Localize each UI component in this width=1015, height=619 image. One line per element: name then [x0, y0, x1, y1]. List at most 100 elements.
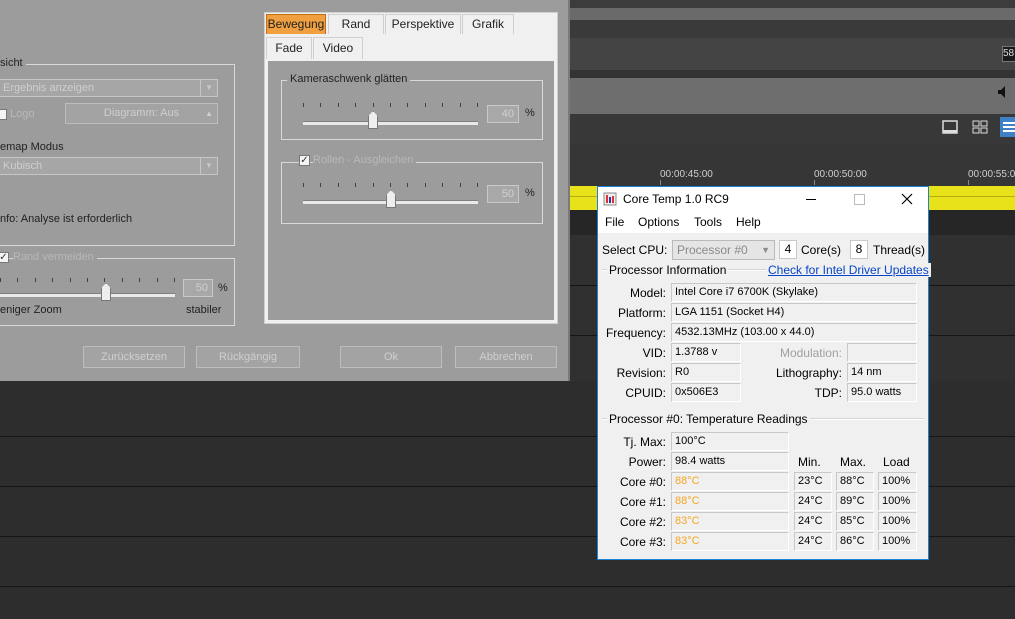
tab-bewegung[interactable]: Bewegung: [266, 14, 326, 34]
tab-video[interactable]: Video: [313, 37, 363, 59]
tab-rand[interactable]: Rand: [328, 14, 384, 34]
slider-tick: [425, 183, 426, 187]
cores-label: Core(s): [801, 243, 842, 257]
core-label: Core #0:: [619, 475, 666, 489]
chevron-up-icon: ▲: [205, 109, 213, 118]
frequency-label: Frequency:: [605, 326, 666, 340]
cpu-select[interactable]: Processor #0 ▼: [672, 240, 775, 260]
roll-checkbox[interactable]: ✓: [299, 155, 310, 166]
avoid-border-checkbox[interactable]: ✓: [0, 252, 9, 263]
modulation-value: [847, 343, 917, 362]
revision-label: Revision:: [616, 366, 666, 380]
grid-view-icon[interactable]: [972, 120, 988, 134]
processor-info-label: Processor Information: [607, 263, 729, 277]
diagram-button[interactable]: Diagramm: Aus ▲: [65, 103, 218, 124]
cpuid-label: CPUID:: [625, 386, 666, 400]
chevron-down-icon: ▼: [200, 80, 217, 96]
pan-value-field[interactable]: 40: [487, 105, 519, 123]
driver-update-link[interactable]: Check for Intel Driver Updates: [766, 263, 931, 277]
platform-label: Platform:: [617, 306, 666, 320]
slider-tick: [407, 183, 408, 187]
menu-file[interactable]: File: [605, 215, 624, 229]
timecode-label: 00:00:45:00: [660, 169, 713, 180]
thermometer-icon: [603, 192, 617, 206]
roll-label: Rollen - Ausgleichen: [313, 154, 417, 166]
lithography-value: 14 nm: [847, 363, 917, 382]
tab-perspektive[interactable]: Perspektive: [385, 14, 461, 34]
load-column-header: Load: [883, 455, 910, 469]
minimize-icon: [806, 199, 816, 200]
remap-combo[interactable]: Kubisch ▼: [0, 157, 218, 175]
slider-tick: [373, 183, 374, 187]
threads-count: 8: [850, 240, 868, 259]
undo-button[interactable]: Rückgängig: [196, 346, 300, 368]
timecode-label: 00:00:50:00: [814, 169, 867, 180]
logo-checkbox[interactable]: [0, 109, 7, 120]
roll-unit: %: [525, 187, 535, 199]
zoom-slider-track[interactable]: [0, 293, 175, 297]
slider-tick: [122, 278, 123, 282]
lithography-label: Lithography:: [775, 366, 842, 380]
modulation-label: Modulation:: [779, 346, 842, 360]
chevron-down-icon: ▼: [200, 158, 217, 174]
tab-grafik[interactable]: Grafik: [462, 14, 514, 34]
single-view-icon[interactable]: [942, 120, 958, 134]
roll-value-field[interactable]: 50: [487, 185, 519, 203]
less-zoom-label: eniger Zoom: [0, 304, 62, 316]
more-stable-label: stabiler: [186, 304, 222, 316]
zoom-unit: %: [218, 282, 228, 294]
menu-tools[interactable]: Tools: [694, 215, 722, 229]
core-load: 100%: [878, 492, 917, 511]
core-label: Core #1:: [619, 495, 666, 509]
core-label: Core #2:: [619, 515, 666, 529]
pan-smoothing-title: Kameraschwenk glätten: [287, 73, 411, 85]
camera-dialog: sicht Ergebnis anzeigen ▼ Logo Diagramm:…: [0, 0, 570, 381]
core-load: 100%: [878, 472, 917, 491]
display-group-title: sicht: [0, 57, 26, 69]
slider-tick: [442, 183, 443, 187]
menu-help[interactable]: Help: [736, 215, 761, 229]
slider-tick: [303, 103, 304, 107]
editor-scrollbar[interactable]: [568, 8, 1015, 20]
core-max: 89°C: [836, 492, 874, 511]
counter-badge: 58: [1002, 46, 1015, 62]
editor-gap: [568, 70, 1015, 78]
slider-tick: [139, 278, 140, 282]
tjmax-label: Tj. Max:: [623, 435, 666, 449]
menu-options[interactable]: Options: [638, 215, 679, 229]
cpuid-value: 0x506E3: [671, 383, 741, 402]
minimize-button[interactable]: [794, 187, 828, 212]
slider-tick: [320, 103, 321, 107]
max-column-header: Max.: [840, 455, 867, 469]
pan-slider-track[interactable]: [303, 121, 478, 125]
temperature-section-label: Processor #0: Temperature Readings: [607, 412, 810, 426]
timeline-ruler[interactable]: 00:00:45:00 00:00:50:00 00:00:55:0: [568, 144, 1015, 187]
power-label: Power:: [628, 455, 666, 469]
slider-tick: [477, 183, 478, 187]
core-temp: 88°C: [671, 492, 789, 511]
slider-tick: [355, 183, 356, 187]
slider-tick: [407, 103, 408, 107]
vid-label: VID:: [642, 346, 666, 360]
logo-label: Logo: [10, 108, 35, 120]
model-label: Model:: [629, 286, 666, 300]
ok-button[interactable]: Ok: [340, 346, 442, 368]
reset-button[interactable]: Zurücksetzen: [83, 346, 185, 368]
maximize-button[interactable]: [842, 187, 876, 212]
result-combo[interactable]: Ergebnis anzeigen ▼: [0, 79, 218, 97]
editor-view-row: [568, 114, 1015, 144]
slider-tick: [52, 278, 53, 282]
remap-label: emap Modus: [0, 141, 64, 153]
tab-fade[interactable]: Fade: [266, 37, 312, 59]
title-bar[interactable]: Core Temp 1.0 RC9: [598, 187, 928, 212]
zoom-value-field[interactable]: 50: [183, 279, 213, 297]
avoid-border-label: Rand vermeiden: [13, 251, 97, 263]
slider-tick: [355, 103, 356, 107]
list-view-icon[interactable]: [1000, 117, 1015, 137]
revision-value: R0: [671, 363, 741, 382]
speaker-icon[interactable]: [996, 84, 1012, 100]
cancel-button[interactable]: Abbrechen: [455, 346, 557, 368]
close-button[interactable]: [890, 187, 924, 212]
slider-tick: [17, 278, 18, 282]
core-temp: 83°C: [671, 532, 789, 551]
